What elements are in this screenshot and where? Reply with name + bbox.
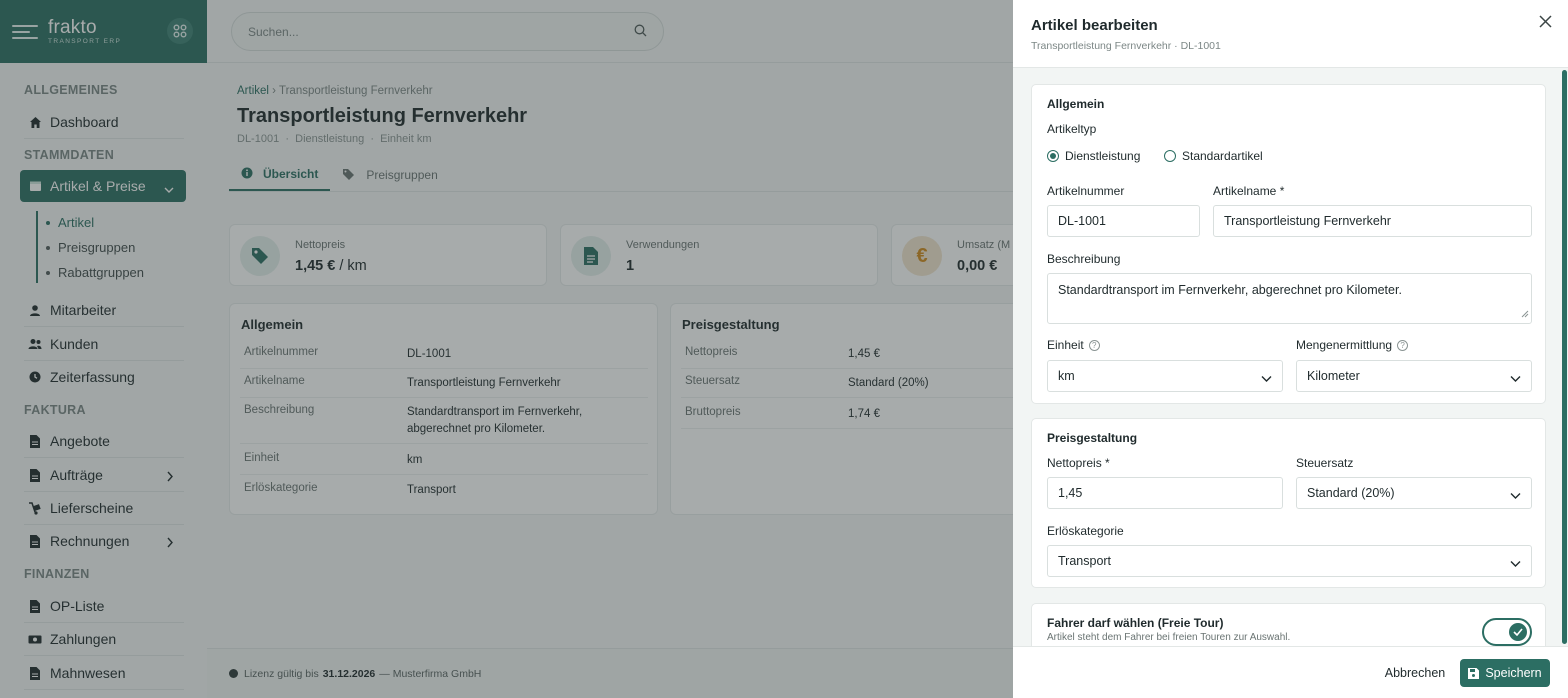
scrollbar[interactable] [1562, 70, 1567, 644]
floppy-disk-icon [1468, 667, 1480, 679]
panel-preisgestaltung: Preisgestaltung Nettopreis * 1,45 Steuer… [1031, 418, 1546, 588]
cancel-button[interactable]: Abbrechen [1377, 659, 1453, 687]
erloeskategorie-select[interactable]: Transport [1047, 545, 1532, 577]
save-button[interactable]: Speichern [1460, 659, 1550, 687]
check-icon [1509, 623, 1527, 641]
drawer-body: Allgemein Artikeltyp Dienstleistung Stan… [1013, 68, 1568, 646]
panel-allgemein: Allgemein Artikeltyp Dienstleistung Stan… [1031, 84, 1546, 404]
chevron-down-icon [1510, 372, 1521, 386]
drawer-title: Artikel bearbeiten [1031, 17, 1158, 34]
drawer-header: Artikel bearbeiten Transportleistung Fer… [1013, 0, 1568, 68]
chevron-down-icon [1261, 372, 1272, 386]
beschreibung-textarea[interactable]: Standardtransport im Fernverkehr, abgere… [1047, 273, 1532, 324]
fahrer-darf-waehlen-toggle[interactable] [1482, 618, 1532, 646]
drawer-subtitle: Transportleistung Fernverkehr · DL-1001 [1031, 40, 1221, 52]
close-icon[interactable] [1536, 12, 1554, 30]
artikelnummer-input[interactable]: DL-1001 [1047, 205, 1200, 237]
drawer-footer: Abbrechen Speichern [1013, 646, 1568, 698]
artikelname-input[interactable]: Transportleistung Fernverkehr [1213, 205, 1532, 237]
help-icon[interactable]: ? [1088, 340, 1100, 351]
nettopreis-input[interactable]: 1,45 [1047, 477, 1283, 509]
edit-drawer: Artikel bearbeiten Transportleistung Fer… [1013, 0, 1568, 698]
radio-standardartikel[interactable]: Standardartikel [1164, 149, 1263, 163]
mengenermittlung-select[interactable]: Kilometer [1296, 360, 1532, 392]
chevron-down-icon [1510, 489, 1521, 503]
help-icon[interactable]: ? [1397, 340, 1409, 351]
chevron-down-icon [1510, 557, 1521, 571]
radio-dienstleistung[interactable]: Dienstleistung [1047, 149, 1140, 163]
resize-handle-icon[interactable] [1521, 307, 1529, 321]
panel-fahrer: Fahrer darf wählen (Freie Tour) Artikel … [1031, 603, 1546, 646]
steuersatz-select[interactable]: Standard (20%) [1296, 477, 1532, 509]
modal-overlay[interactable] [0, 0, 1013, 698]
einheit-select[interactable]: km [1047, 360, 1283, 392]
